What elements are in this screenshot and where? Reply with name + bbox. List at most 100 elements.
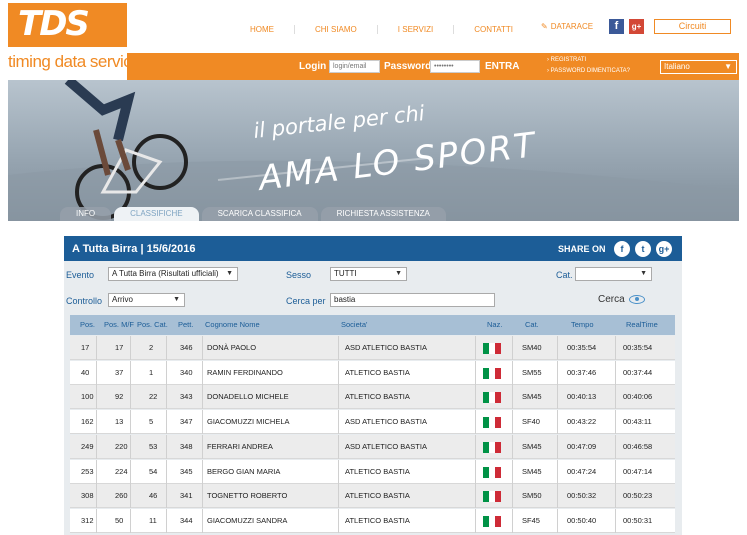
share-label: SHARE ON <box>558 244 606 254</box>
cell-tempo: 00:37:46 <box>567 367 597 377</box>
cell-pos: 249 <box>81 441 94 451</box>
language-select[interactable]: Italiano ▼ <box>660 60 737 74</box>
cell-pos-mf: 220 <box>115 441 128 451</box>
tab-scarica-classifica[interactable]: SCARICA CLASSIFICA <box>201 207 318 221</box>
col-cat[interactable]: Cat. <box>525 320 539 329</box>
column-divider <box>475 434 476 459</box>
cell-cognome-nome: RAMIN FERDINANDO <box>207 367 283 377</box>
nav-home[interactable]: HOME <box>230 24 295 34</box>
google-plus-icon[interactable]: g+ <box>629 19 644 34</box>
tds-logo[interactable]: TDS <box>8 3 127 47</box>
column-divider <box>512 484 513 509</box>
cell-pett: 341 <box>180 491 193 501</box>
password-input[interactable]: •••••••• <box>430 60 480 73</box>
cell-pett: 348 <box>180 441 193 451</box>
tab-info[interactable]: INFO <box>60 207 112 221</box>
table-row[interactable]: 100 92 22 343 DONADELLO MICHELE ATLETICO BAST… <box>70 385 675 410</box>
col-pos-mf[interactable]: Pos. M/F <box>104 320 134 329</box>
cell-pos-cat: 46 <box>149 491 158 501</box>
cell-realtime: 00:43:11 <box>623 417 652 427</box>
column-divider <box>166 508 167 533</box>
col-pos[interactable]: Pos. <box>80 320 95 329</box>
cell-realtime: 00:46:58 <box>623 441 653 451</box>
registrati-link[interactable]: › REGISTRATI <box>547 57 586 63</box>
column-divider <box>557 508 558 533</box>
column-divider <box>557 360 558 385</box>
col-cognome-nome[interactable]: Cognome Nome <box>205 320 260 329</box>
table-row[interactable]: 162 13 5 347 GIACOMUZZI MICHELA ASD ATLETICO … <box>70 410 675 435</box>
table-row[interactable]: 40 37 1 340 RAMIN FERDINANDO ATLETICO BASTIA S… <box>70 360 675 385</box>
sesso-select[interactable]: TUTTI ▼ <box>330 267 407 281</box>
main-nav: HOME CHI SIAMO I SERVIZI CONTATTI <box>230 22 533 36</box>
column-divider <box>512 410 513 435</box>
nav-chi-siamo[interactable]: CHI SIAMO <box>295 24 378 34</box>
forgot-password-link[interactable]: › PASSWORD DIMENTICATA? <box>547 68 630 74</box>
cell-societa: ASD ATLETICO BASTIA <box>345 441 427 451</box>
table-row[interactable]: 249 220 53 348 FERRARI ANDREA ASD ATLETICO BA… <box>70 434 675 459</box>
share-twitter-icon[interactable]: t <box>635 241 651 257</box>
cerca-button[interactable]: Cerca <box>598 294 645 305</box>
nav-servizi[interactable]: I SERVIZI <box>378 24 455 34</box>
cell-pett: 346 <box>180 343 193 352</box>
table-row[interactable]: 17 17 2 346 DONÀ PAOLO ASD ATLETICO BASTIA SM4… <box>70 336 675 360</box>
column-divider <box>338 459 339 484</box>
tab-classifiche[interactable]: CLASSIFICHE <box>114 207 199 221</box>
column-divider <box>512 360 513 385</box>
table-row[interactable]: 253 224 54 345 BERGO GIAN MARIA ATLETICO BAST… <box>70 459 675 484</box>
nav-datarace[interactable]: ✎ DATARACE <box>541 22 593 31</box>
italy-flag-icon <box>483 491 501 503</box>
column-divider <box>512 336 513 360</box>
entra-button[interactable]: ENTRA <box>485 61 519 72</box>
cell-societa: ATLETICO BASTIA <box>345 515 410 525</box>
controllo-select[interactable]: Arrivo ▼ <box>108 293 185 307</box>
cell-pos-mf: 17 <box>115 343 124 352</box>
col-pett[interactable]: Pett. <box>178 320 193 329</box>
cat-select[interactable]: ▼ <box>575 267 652 281</box>
cell-societa: ASD ATLETICO BASTIA <box>345 417 427 427</box>
cerca-per-label: Cerca per <box>286 296 326 306</box>
cell-cognome-nome: BERGO GIAN MARIA <box>207 466 281 476</box>
cerca-per-input[interactable]: bastia <box>330 293 495 307</box>
cell-cognome-nome: FERRARI ANDREA <box>207 441 273 451</box>
share-google-plus-icon[interactable]: g+ <box>656 241 672 257</box>
col-tempo[interactable]: Tempo <box>571 320 594 329</box>
column-divider <box>512 385 513 410</box>
column-divider <box>166 484 167 509</box>
tab-richiesta-assistenza[interactable]: RICHIESTA ASSISTENZA <box>320 207 446 221</box>
col-pos-cat[interactable]: Pos. Cat. <box>137 320 168 329</box>
results-panel: A Tutta Birra | 15/6/2016 SHARE ON f t g… <box>64 236 682 535</box>
column-divider <box>338 385 339 410</box>
column-divider <box>557 459 558 484</box>
cell-cat: SM45 <box>522 441 542 451</box>
column-divider <box>338 508 339 533</box>
cell-pett: 343 <box>180 392 193 402</box>
cell-realtime: 00:40:06 <box>623 392 653 402</box>
col-realtime[interactable]: RealTime <box>626 320 658 329</box>
cell-cat: SM50 <box>522 491 542 501</box>
italy-flag-icon <box>483 441 501 453</box>
table-row[interactable]: 308 260 46 341 TOGNETTO ROBERTO ATLETICO BAST… <box>70 484 675 509</box>
column-divider <box>615 360 616 385</box>
column-divider <box>202 484 203 509</box>
column-divider <box>202 410 203 435</box>
column-divider <box>202 459 203 484</box>
column-divider <box>475 484 476 509</box>
chevron-down-icon: ▼ <box>724 62 732 71</box>
nav-contatti[interactable]: CONTATTI <box>454 25 533 34</box>
share-facebook-icon[interactable]: f <box>614 241 630 257</box>
col-societa[interactable]: Societa' <box>341 320 367 329</box>
column-divider <box>202 360 203 385</box>
facebook-icon[interactable]: f <box>609 19 624 34</box>
event-title: A Tutta Birra | 15/6/2016 <box>72 243 196 255</box>
circuiti-button[interactable]: Circuiti <box>654 19 731 34</box>
eye-icon <box>628 295 645 304</box>
cell-pos-cat: 22 <box>149 392 158 402</box>
col-naz[interactable]: Naz. <box>487 320 502 329</box>
cell-cat: SF45 <box>522 515 540 525</box>
login-email-input[interactable]: login/email <box>329 60 380 73</box>
column-divider <box>166 385 167 410</box>
cell-pos: 253 <box>81 466 94 476</box>
cell-realtime: 00:50:23 <box>623 491 653 501</box>
evento-select[interactable]: A Tutta Birra (Risultati ufficiali) ▼ <box>108 267 238 281</box>
table-row[interactable]: 312 50 11 344 GIACOMUZZI SANDRA ATLETICO BAST… <box>70 508 675 533</box>
